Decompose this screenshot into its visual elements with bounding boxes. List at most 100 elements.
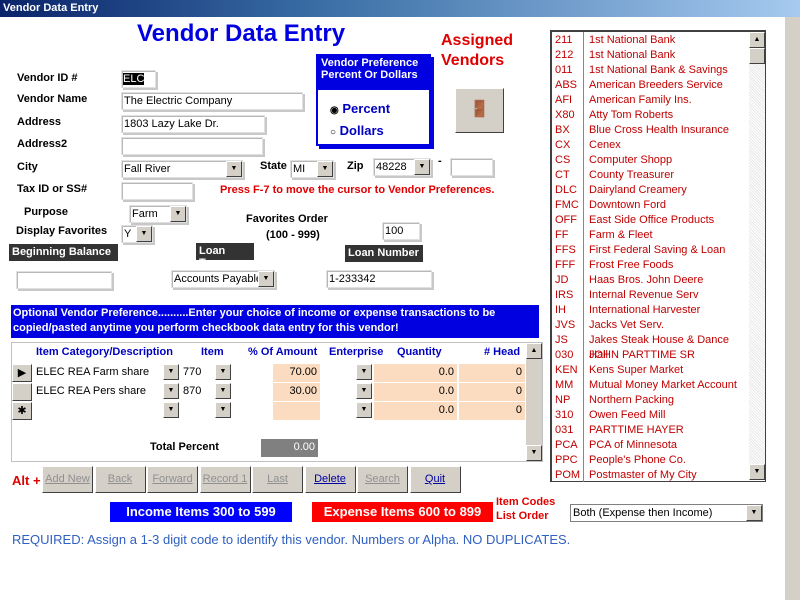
row-selector[interactable]: ▶ — [12, 364, 32, 382]
vendor-list-item[interactable]: FFF Frost Free Foods — [552, 258, 748, 273]
chevron-down-icon[interactable]: ▼ — [317, 161, 333, 177]
vendor-list-item[interactable]: FF Farm & Fleet — [552, 228, 748, 243]
scroll-thumb[interactable] — [749, 48, 765, 64]
add-new-button[interactable]: Add New — [42, 466, 93, 493]
head-input[interactable]: 0 — [459, 383, 525, 401]
category-select[interactable]: ELEC REA Pers share ▼ — [34, 383, 179, 401]
record-1-button[interactable]: Record 1 — [199, 466, 251, 493]
vendor-list-item[interactable]: FFS First Federal Saving & Loan — [552, 243, 748, 258]
vendor-list-item[interactable]: DLC Dairyland Creamery — [552, 183, 748, 198]
enterprise-select[interactable]: ▼ — [322, 364, 372, 382]
chevron-down-icon[interactable]: ▼ — [414, 159, 430, 175]
search-button[interactable]: Search — [357, 466, 408, 493]
zip-ext-input[interactable] — [450, 158, 493, 176]
vendor-list-item[interactable]: POM Postmaster of My City — [552, 468, 748, 483]
vendor-list-item[interactable]: CT County Treasurer — [552, 168, 748, 183]
chevron-down-icon[interactable]: ▼ — [215, 383, 231, 399]
head-input[interactable]: 0 — [459, 402, 525, 420]
category-select[interactable]: ELEC REA Farm share ▼ — [34, 364, 179, 382]
percent-input[interactable]: 30.00 — [273, 383, 320, 401]
zip-select[interactable]: 48228 ▼ — [373, 158, 431, 176]
chevron-down-icon[interactable]: ▼ — [226, 161, 242, 177]
address2-input[interactable] — [121, 137, 263, 155]
vendor-list-item[interactable]: CX Cenex — [552, 138, 748, 153]
city-select[interactable]: Fall River ▼ — [121, 160, 243, 178]
exit-button[interactable]: 🚪 — [455, 88, 504, 133]
vendor-name-input[interactable]: The Electric Company — [121, 92, 303, 110]
percent-input[interactable] — [273, 402, 320, 420]
chevron-down-icon[interactable]: ▼ — [356, 383, 372, 399]
vendor-list-item[interactable]: CS Computer Shopp — [552, 153, 748, 168]
quit-button[interactable]: Quit — [409, 466, 461, 493]
scroll-up-icon[interactable]: ▲ — [749, 32, 765, 48]
vendor-list-item[interactable]: PPC People's Phone Co. — [552, 453, 748, 468]
forward-button[interactable]: Forward — [147, 466, 198, 493]
chevron-down-icon[interactable]: ▼ — [746, 505, 762, 521]
vendor-list-item[interactable]: AFI American Family Ins. — [552, 93, 748, 108]
vendor-list-item[interactable]: KEN Kens Super Market — [552, 363, 748, 378]
vendor-list-item[interactable]: 212 1st National Bank — [552, 48, 748, 63]
purpose-select[interactable]: Farm ▼ — [129, 205, 187, 223]
enterprise-select[interactable]: ▼ — [322, 383, 372, 401]
display-favorites-select[interactable]: Y ▼ — [121, 225, 153, 243]
vendor-list-item[interactable]: X80 Atty Tom Roberts — [552, 108, 748, 123]
row-selector[interactable]: ✱ — [12, 402, 32, 420]
vendor-list-item[interactable]: 030 JOHN PARTTIME SR — [552, 348, 748, 363]
chevron-down-icon[interactable]: ▼ — [163, 402, 179, 418]
chevron-down-icon[interactable]: ▼ — [215, 402, 231, 418]
address-input[interactable]: 1803 Lazy Lake Dr. — [121, 115, 265, 133]
row-selector[interactable] — [12, 383, 32, 401]
scroll-up-icon[interactable]: ▲ — [526, 343, 542, 359]
beginning-balance-input[interactable] — [16, 271, 112, 289]
chevron-down-icon[interactable]: ▼ — [163, 364, 179, 380]
vendor-list-item[interactable]: OFF East Side Office Products — [552, 213, 748, 228]
loan-type-select[interactable]: Accounts Payable ▼ — [171, 270, 275, 288]
vendor-list-item[interactable]: IH International Harvester — [552, 303, 748, 318]
grid-scrollbar[interactable]: ▲ ▼ — [526, 343, 542, 461]
chevron-down-icon[interactable]: ▼ — [356, 364, 372, 380]
category-select[interactable]: ▼ — [34, 402, 179, 420]
quantity-input[interactable]: 0.0 — [374, 383, 457, 401]
taxid-input[interactable] — [121, 182, 193, 200]
chevron-down-icon[interactable]: ▼ — [356, 402, 372, 418]
chevron-down-icon[interactable]: ▼ — [258, 271, 274, 287]
vendor-list-item[interactable]: MM Mutual Money Market Account — [552, 378, 748, 393]
scroll-down-icon[interactable]: ▼ — [526, 445, 542, 461]
quantity-input[interactable]: 0.0 — [374, 364, 457, 382]
vendor-list-item[interactable]: JD Haas Bros. John Deere — [552, 273, 748, 288]
chevron-down-icon[interactable]: ▼ — [170, 206, 186, 222]
item-select[interactable]: 770 ▼ — [181, 364, 231, 382]
scroll-down-icon[interactable]: ▼ — [749, 464, 765, 480]
state-select[interactable]: MI ▼ — [290, 160, 334, 178]
item-select[interactable]: 870 ▼ — [181, 383, 231, 401]
vendor-list-item[interactable]: NP Northern Packing — [552, 393, 748, 408]
vendor-list-item[interactable]: BX Blue Cross Health Insurance — [552, 123, 748, 138]
last-button[interactable]: Last — [252, 466, 303, 493]
enterprise-select[interactable]: ▼ — [322, 402, 372, 420]
vendor-list-item[interactable]: 031 PARTTIME HAYER — [552, 423, 748, 438]
item-select[interactable]: ▼ — [181, 402, 231, 420]
assigned-vendors-list[interactable]: 211 1st National Bank 212 1st National Bank… — [550, 30, 766, 482]
vendor-list-item[interactable]: ABS American Breeders Service — [552, 78, 748, 93]
chevron-down-icon[interactable]: ▼ — [215, 364, 231, 380]
vendor-list-item[interactable]: FMC Downtown Ford — [552, 198, 748, 213]
vendor-list-item[interactable]: JVS Jacks Vet Serv. — [552, 318, 748, 333]
vendor-list-item[interactable]: JS Jakes Steak House & Dance Hall — [552, 333, 748, 361]
vendor-list-item[interactable]: PCA PCA of Minnesota — [552, 438, 748, 453]
radio-percent[interactable]: ◉ Percent — [330, 101, 390, 116]
list-order-select[interactable]: Both (Expense then Income) ▼ — [570, 504, 763, 522]
delete-button[interactable]: Delete — [304, 466, 356, 493]
chevron-down-icon[interactable]: ▼ — [163, 383, 179, 399]
vendor-id-input[interactable]: ELC — [121, 70, 156, 88]
favorites-order-input[interactable]: 100 — [382, 222, 420, 240]
quantity-input[interactable]: 0.0 — [374, 402, 457, 420]
percent-input[interactable]: 70.00 — [273, 364, 320, 382]
loan-number-input[interactable]: 1-233342 — [326, 270, 432, 288]
vendor-list-item[interactable]: 211 1st National Bank — [552, 33, 748, 48]
radio-dollars[interactable]: ○ Dollars — [330, 123, 384, 138]
vendor-list-item[interactable]: 011 1st National Bank & Savings — [552, 63, 748, 78]
chevron-down-icon[interactable]: ▼ — [136, 226, 152, 242]
vendor-list-item[interactable]: 310 Owen Feed Mill — [552, 408, 748, 423]
list-scrollbar[interactable]: ▲ ▼ — [749, 32, 765, 480]
head-input[interactable]: 0 — [459, 364, 525, 382]
